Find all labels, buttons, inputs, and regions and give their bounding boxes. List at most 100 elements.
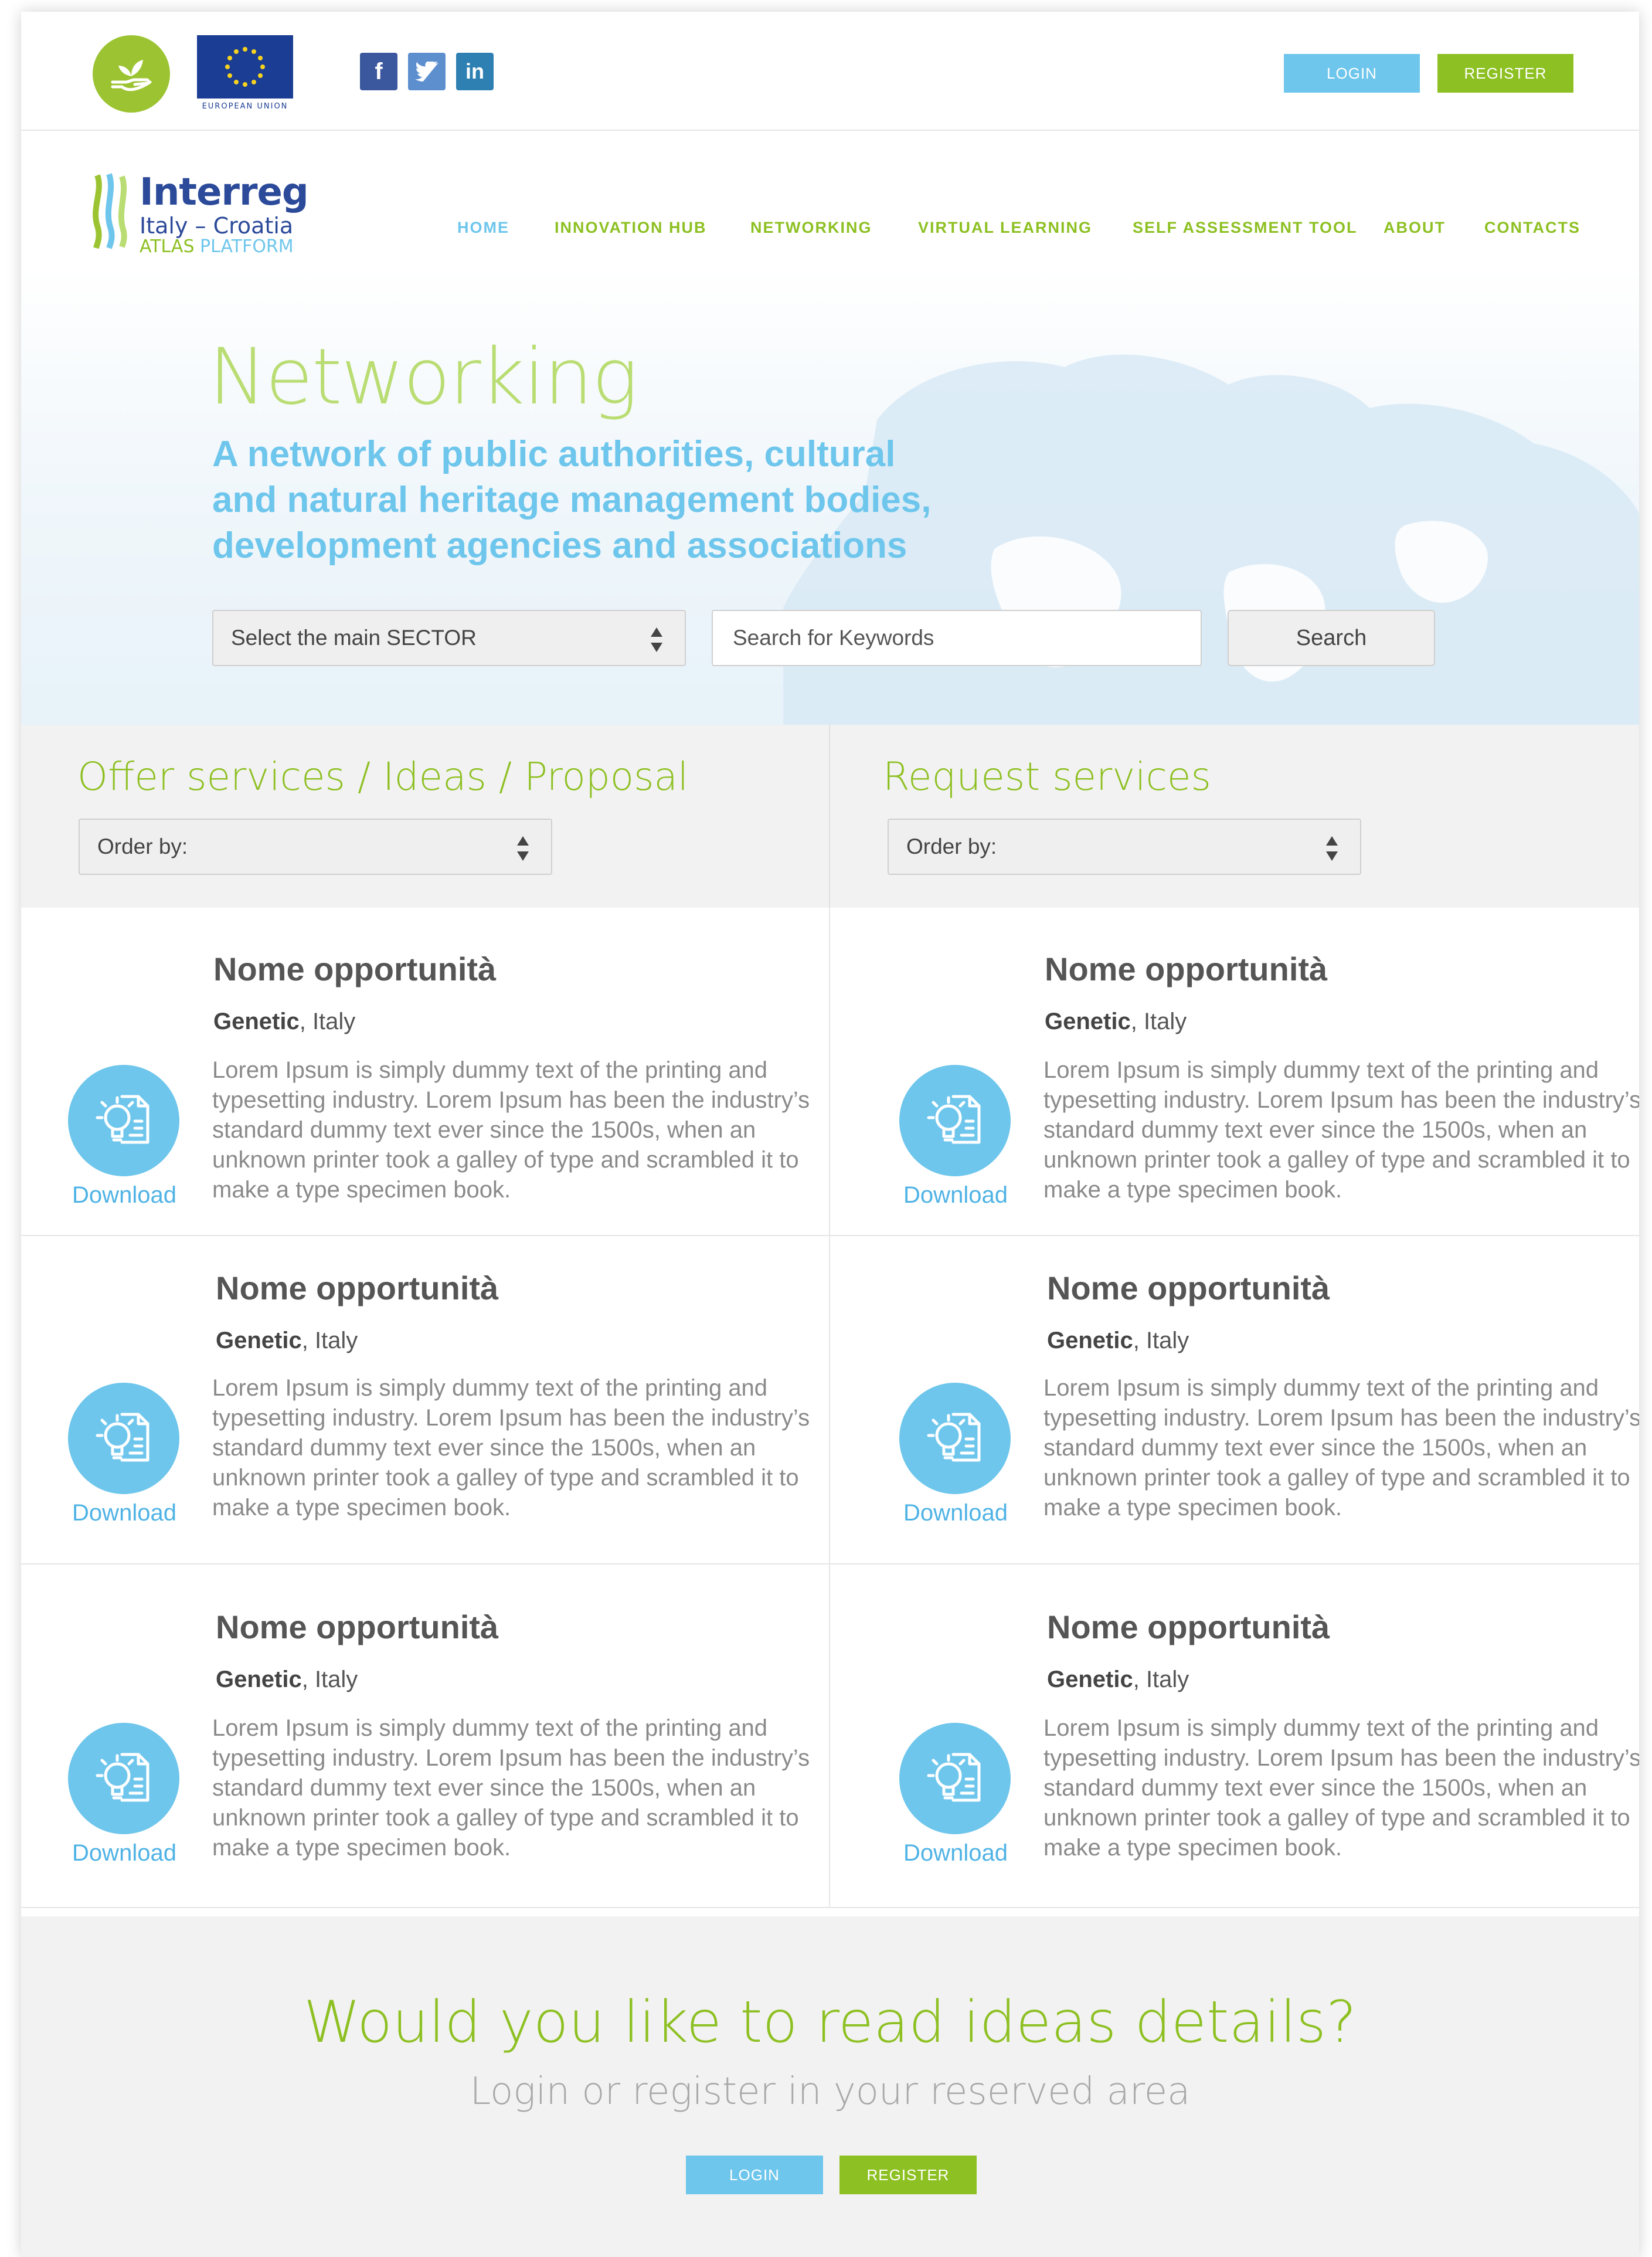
login-button[interactable]: LOGIN [1284, 54, 1420, 93]
order-select-label: Order by: [906, 834, 997, 858]
card-sector: Genetic [216, 1667, 302, 1692]
cta-title: Would you like to read ideas details? [303, 1989, 1357, 2056]
sector-select[interactable]: Select the main SECTOR [212, 610, 686, 666]
top-bar: EUROPEAN UNION f in LOGIN REGISTER [21, 12, 1639, 131]
card-title: Nome opportunità [216, 1270, 499, 1306]
twitter-icon[interactable] [408, 53, 446, 90]
brand-platform-word: PLATFORM [200, 236, 294, 257]
eu-label: EUROPEAN UNION [202, 102, 288, 111]
card-country: , Italy [299, 1009, 356, 1034]
card-sector: Genetic [1047, 1328, 1133, 1353]
card-sector: Genetic [213, 1009, 300, 1034]
opportunity-card[interactable]: Nome opportunità Genetic, Italy Lorem Ip… [21, 1236, 830, 1564]
card-country: , Italy [1133, 1328, 1189, 1353]
lightbulb-document-icon[interactable] [899, 1723, 1011, 1834]
request-order-select[interactable]: Order by: [888, 819, 1361, 875]
facebook-icon[interactable]: f [360, 53, 397, 90]
interreg-waves-icon [93, 173, 127, 249]
lightbulb-document-icon[interactable] [68, 1723, 179, 1834]
card-country: , Italy [301, 1328, 358, 1353]
brand-atlas-word: ATLAS [140, 236, 195, 257]
download-link[interactable]: Download [56, 1182, 192, 1209]
card-description: Lorem Ipsum is simply dummy text of the … [212, 1375, 810, 1520]
download-link[interactable]: Download [56, 1500, 192, 1526]
card-description: Lorem Ipsum is simply dummy text of the … [1043, 1375, 1639, 1520]
offer-services-title: Offer services / Ideas / Proposal [77, 754, 689, 799]
column-divider [829, 725, 830, 908]
brand-subtitle: Italy – Croatia [140, 213, 294, 239]
filters-bar: Offer services / Ideas / Proposal Order … [21, 725, 1639, 908]
card-meta: Genetic, Italy [1047, 1328, 1189, 1354]
card-description: Lorem Ipsum is simply dummy text of the … [212, 1057, 810, 1203]
up-down-arrows-icon [517, 836, 529, 861]
card-meta: Genetic, Italy [213, 1009, 355, 1035]
card-title: Nome opportunità [216, 1608, 499, 1645]
hero-subtitle-line: A network of public authorities, cultura… [212, 434, 896, 474]
card-description: Lorem Ipsum is simply dummy text of the … [1043, 1715, 1639, 1861]
order-select-label: Order by: [97, 834, 188, 858]
cta-subtitle: Login or register in your reserved area [470, 2070, 1191, 2113]
card-sector: Genetic [1047, 1667, 1133, 1692]
card-description: Lorem Ipsum is simply dummy text of the … [212, 1715, 810, 1861]
nav-contacts[interactable]: CONTACTS [1484, 219, 1580, 237]
card-title: Nome opportunità [1045, 951, 1328, 987]
sector-select-value: Select the main SECTOR [231, 626, 477, 650]
login-cta-section: Would you like to read ideas details? Lo… [21, 1916, 1639, 2257]
hero-subtitle-line: and natural heritage management bodies, [212, 480, 932, 520]
nav-virtual-learning[interactable]: VIRTUAL LEARNING [918, 219, 1092, 237]
card-meta: Genetic, Italy [1047, 1667, 1189, 1693]
opportunity-grid: Nome opportunità Genetic, Italy Lorem Ip… [21, 908, 1639, 1916]
page-title: Networking [209, 332, 638, 422]
cta-register-button[interactable]: REGISTER [839, 2156, 977, 2194]
search-button[interactable]: Search [1228, 610, 1435, 666]
opportunity-card[interactable]: Nome opportunità Genetic, Italy Lorem Ip… [830, 1564, 1639, 1908]
nav-home[interactable]: HOME [457, 219, 509, 237]
cta-login-button[interactable]: LOGIN [686, 2156, 823, 2194]
eu-flag-icon [197, 35, 293, 99]
card-title: Nome opportunità [213, 951, 497, 987]
opportunity-card[interactable]: Nome opportunità Genetic, Italy Lorem Ip… [21, 908, 830, 1236]
card-meta: Genetic, Italy [216, 1328, 358, 1354]
linkedin-icon[interactable]: in [456, 53, 494, 90]
card-meta: Genetic, Italy [216, 1667, 358, 1693]
main-navbar: Interreg Italy – Croatia ATLAS PLATFORM … [21, 132, 1639, 267]
opportunity-card[interactable]: Nome opportunità Genetic, Italy Lorem Ip… [21, 1564, 830, 1908]
nav-self-assessment-tool[interactable]: SELF ASSESSMENT TOOL [1133, 219, 1358, 237]
card-country: , Italy [1133, 1667, 1189, 1692]
brand-atlas: ATLAS PLATFORM [140, 236, 294, 257]
opportunity-card[interactable]: Nome opportunità Genetic, Italy Lorem Ip… [830, 908, 1639, 1236]
lightbulb-document-icon[interactable] [899, 1383, 1011, 1494]
up-down-arrows-icon [651, 627, 662, 652]
up-down-arrows-icon [1326, 836, 1338, 861]
card-description: Lorem Ipsum is simply dummy text of the … [1043, 1057, 1639, 1203]
download-link[interactable]: Download [888, 1182, 1024, 1209]
interreg-logo[interactable]: Interreg Italy – Croatia ATLAS PLATFORM [91, 171, 338, 257]
card-meta: Genetic, Italy [1045, 1009, 1187, 1035]
download-link[interactable]: Download [56, 1840, 192, 1866]
lightbulb-document-icon[interactable] [68, 1383, 179, 1494]
card-sector: Genetic [1045, 1009, 1131, 1034]
card-country: , Italy [301, 1667, 358, 1692]
opportunity-card[interactable]: Nome opportunità Genetic, Italy Lorem Ip… [830, 1236, 1639, 1564]
hero-subtitle-line: development agencies and associations [212, 525, 907, 566]
nav-networking[interactable]: NETWORKING [750, 219, 872, 237]
brand-title: Interreg [140, 171, 309, 214]
register-button[interactable]: REGISTER [1437, 54, 1573, 93]
request-services-title: Request services [883, 754, 1211, 799]
card-sector: Genetic [216, 1328, 302, 1353]
download-link[interactable]: Download [888, 1840, 1024, 1866]
nav-about[interactable]: ABOUT [1384, 219, 1446, 237]
download-link[interactable]: Download [888, 1500, 1024, 1526]
hero-section: Networking A network of public authoriti… [21, 267, 1639, 725]
hero-subtitle: A network of public authorities, cultura… [212, 432, 974, 569]
lightbulb-document-icon[interactable] [899, 1065, 1011, 1176]
lightbulb-document-icon[interactable] [68, 1065, 179, 1176]
keyword-search-input[interactable] [712, 610, 1202, 666]
page: EUROPEAN UNION f in LOGIN REGISTER Inter… [21, 12, 1639, 2257]
card-country: , Italy [1130, 1009, 1187, 1034]
card-title: Nome opportunità [1047, 1608, 1330, 1645]
hand-plant-icon[interactable] [93, 35, 170, 113]
nav-innovation-hub[interactable]: INNOVATION HUB [555, 219, 707, 237]
card-title: Nome opportunità [1047, 1270, 1330, 1306]
offer-order-select[interactable]: Order by: [79, 819, 552, 875]
